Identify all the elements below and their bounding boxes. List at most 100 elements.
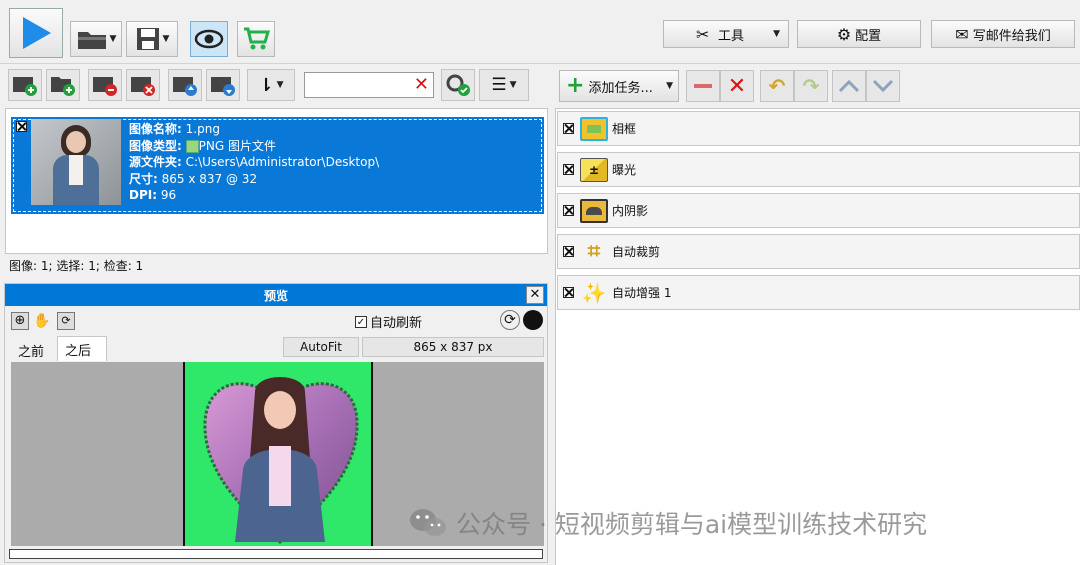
chevron-down-icon: ▼: [162, 34, 170, 44]
magic-wand-icon: ✨: [581, 280, 607, 305]
search-input[interactable]: [307, 75, 407, 95]
email-button[interactable]: ✉ 写邮件给我们: [931, 20, 1075, 48]
task-row[interactable]: 内阴影: [557, 193, 1080, 228]
remove-image-icon: [93, 77, 117, 96]
image-list-item[interactable]: 图像名称: 1.png 图像类型: PNG 图片文件 源文件夹: C:\User…: [11, 117, 544, 214]
refresh-button[interactable]: ⟳: [500, 310, 520, 330]
progress-bar: [9, 549, 543, 559]
add-folder-button[interactable]: [46, 69, 80, 101]
dpi-value: 96: [160, 188, 177, 202]
chevron-up-icon: [838, 79, 860, 93]
task-label: 内阴影: [612, 204, 649, 218]
close-preview-button[interactable]: ✕: [526, 286, 544, 304]
task-row[interactable]: ± 曝光: [557, 152, 1080, 187]
heart-frame-photo: [203, 377, 359, 544]
eye-icon: [194, 29, 224, 49]
clear-images-button[interactable]: [126, 69, 160, 101]
item-checkbox[interactable]: [16, 121, 27, 132]
autofit-button[interactable]: AutoFit: [283, 337, 359, 357]
check-settings-button[interactable]: [441, 69, 475, 101]
refresh-icon: ⟳: [504, 312, 516, 328]
tools-button[interactable]: ✂ 工具 ▼: [663, 20, 789, 48]
close-icon: ✕: [529, 287, 541, 302]
autofit-label: AutoFit: [300, 340, 342, 354]
add-image-button[interactable]: [8, 69, 42, 101]
image-name-value: 1.png: [185, 122, 220, 136]
wechat-icon: [410, 509, 446, 536]
watermark: 公众号 · 短视频剪辑与ai模型训练技术研究: [408, 505, 927, 541]
auto-refresh-toggle[interactable]: ✓ 自动刷新: [355, 312, 422, 331]
task-label: 自动裁剪: [612, 245, 661, 259]
top-toolbar: ▼ ▼ ✂ 工具 ▼ ⚙ 配置 ✉ 写邮件给我们: [0, 0, 1080, 64]
minus-icon: [694, 84, 712, 88]
preview-toggle-button[interactable]: [190, 21, 228, 57]
tab-before[interactable]: 之前: [11, 338, 57, 360]
dimensions-label: 865 x 837 px: [413, 340, 493, 354]
task-checkbox[interactable]: [563, 123, 574, 134]
gear-check-icon: [446, 74, 470, 96]
sort-button[interactable]: ⇂ ▼: [247, 69, 295, 101]
shop-button[interactable]: [237, 21, 275, 57]
chevron-down-icon: [872, 79, 894, 93]
undo-button[interactable]: ↶: [760, 70, 794, 102]
crop-icon: ⌗: [587, 239, 601, 264]
dpi-label: DPI:: [129, 188, 158, 202]
clear-images-icon: [131, 77, 155, 96]
task-row[interactable]: ⌗ 自动裁剪: [557, 234, 1080, 269]
redo-button[interactable]: ↷: [794, 70, 828, 102]
chevron-down-icon: ▼: [666, 81, 673, 91]
source-folder-label: 源文件夹:: [129, 155, 182, 169]
image-thumbnail: [31, 119, 121, 205]
image-name-label: 图像名称:: [129, 122, 182, 136]
task-move-up-button[interactable]: [832, 70, 866, 102]
config-button[interactable]: ⚙ 配置: [797, 20, 921, 48]
png-file-icon: [185, 139, 199, 153]
add-task-label: 添加任务...: [588, 80, 653, 96]
search-box[interactable]: ✕: [304, 72, 434, 98]
view-options-button[interactable]: ☰ ▼: [479, 69, 529, 101]
preview-header: 预览 ✕: [5, 284, 547, 306]
clear-search-icon[interactable]: ✕: [414, 74, 429, 95]
source-folder-value: C:\Users\Administrator\Desktop\: [185, 155, 380, 169]
clear-tasks-button[interactable]: ✕: [720, 70, 754, 102]
list-icon: ☰: [491, 75, 507, 95]
zoom-tool-button[interactable]: ⊕: [11, 312, 29, 330]
run-button[interactable]: [9, 8, 63, 58]
task-row[interactable]: ✨ 自动增强 1: [557, 275, 1080, 310]
remove-image-button[interactable]: [88, 69, 122, 101]
add-folder-icon: [51, 77, 75, 96]
tab-after[interactable]: 之后: [57, 336, 107, 361]
remove-task-button[interactable]: [686, 70, 720, 102]
save-icon: [136, 28, 159, 50]
auto-refresh-label: 自动刷新: [370, 316, 423, 331]
folder-icon: [77, 32, 106, 49]
task-checkbox[interactable]: [563, 246, 574, 257]
add-task-button[interactable]: + 添加任务... ▼: [559, 70, 679, 102]
task-label: 相框: [612, 122, 637, 136]
pan-tool-button[interactable]: ✋: [33, 312, 51, 330]
chevron-down-icon: ▼: [109, 34, 117, 44]
fit-tool-button[interactable]: ⟳: [57, 312, 75, 330]
task-checkbox[interactable]: [563, 164, 574, 175]
task-checkbox[interactable]: [563, 205, 574, 216]
plus-icon: +: [566, 73, 585, 98]
move-up-icon: [173, 77, 197, 96]
task-label: 自动增强 1: [612, 286, 672, 300]
wrench-icon: ✂: [696, 24, 710, 44]
task-move-down-button[interactable]: [866, 70, 900, 102]
chevron-down-icon: ▼: [773, 29, 780, 39]
task-checkbox[interactable]: [563, 287, 574, 298]
background-color-button[interactable]: [523, 310, 543, 330]
watermark-text: 公众号 · 短视频剪辑与ai模型训练技术研究: [456, 510, 928, 539]
redo-icon: ↷: [802, 74, 820, 98]
move-down-button[interactable]: [206, 69, 240, 101]
open-folder-button[interactable]: ▼: [70, 21, 122, 57]
auto-refresh-checkbox[interactable]: ✓: [355, 315, 367, 328]
delete-icon: ✕: [727, 73, 747, 99]
play-icon: [23, 17, 51, 49]
move-up-button[interactable]: [168, 69, 202, 101]
task-row[interactable]: 相框: [557, 111, 1080, 146]
task-toolbar: + 添加任务... ▼ ✕ ↶ ↷: [556, 67, 1080, 105]
tools-label: 工具: [718, 28, 745, 44]
save-button[interactable]: ▼: [126, 21, 178, 57]
